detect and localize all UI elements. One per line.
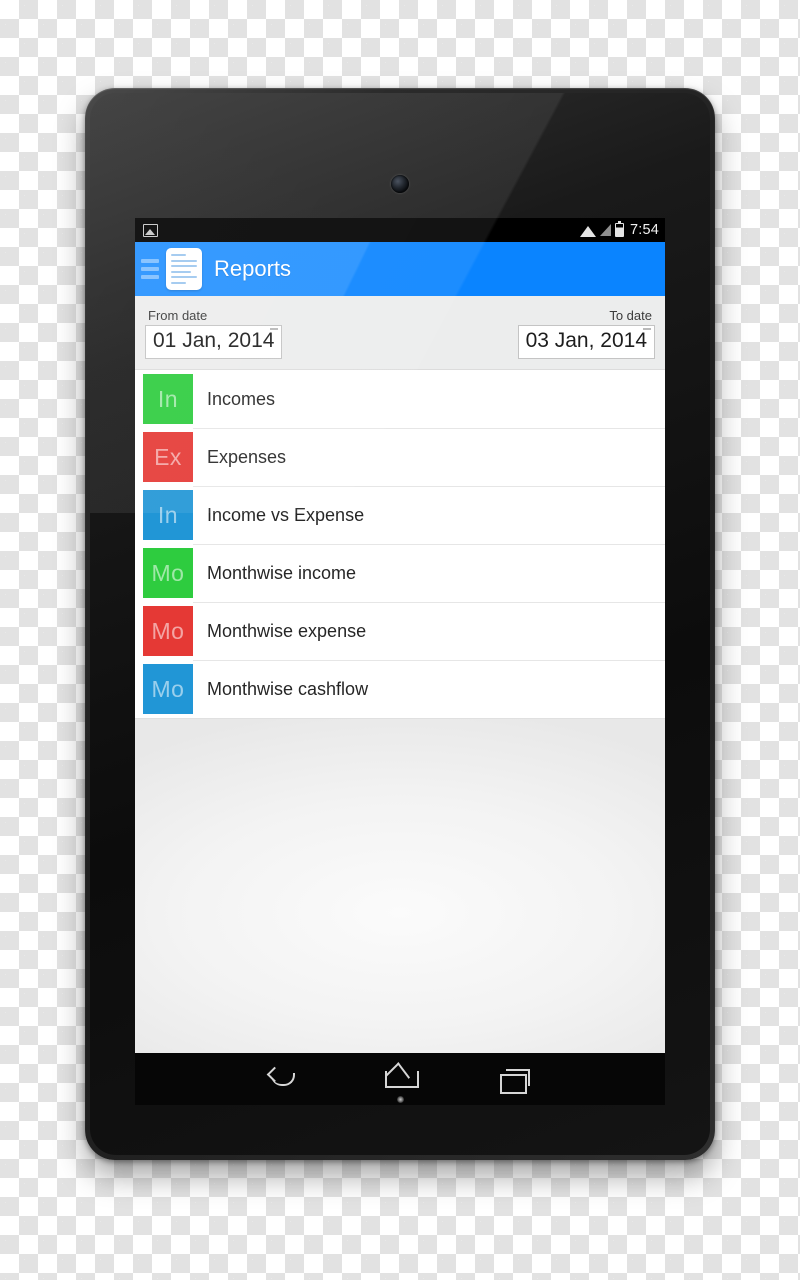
list-item[interactable]: In Income vs Expense: [135, 486, 665, 544]
from-date-label: From date: [148, 308, 208, 323]
list-separator: [193, 544, 665, 545]
recents-navigation-icon[interactable]: [493, 1061, 539, 1097]
to-date-label: To date: [609, 308, 652, 323]
battery-icon: [614, 220, 624, 237]
from-date-input[interactable]: 01 Jan, 2014: [145, 325, 283, 359]
to-date-input[interactable]: 03 Jan, 2014: [517, 325, 655, 359]
list-separator: [193, 660, 665, 661]
list-item-label: Monthwise income: [207, 562, 357, 583]
list-separator: [193, 428, 665, 429]
report-badge-icon: Mo: [143, 606, 193, 656]
report-document-icon[interactable]: [166, 248, 202, 290]
app-bar: Reports: [135, 242, 665, 296]
list-item[interactable]: Ex Expenses: [135, 428, 665, 486]
home-navigation-icon[interactable]: [377, 1061, 423, 1097]
notification-led-icon: [397, 1096, 404, 1103]
signal-icon: [599, 224, 611, 236]
report-badge-icon: In: [143, 490, 193, 540]
report-list: In Incomes Ex Expenses In Income vs Expense Mo…: [135, 370, 665, 718]
report-badge-icon: Mo: [143, 548, 193, 598]
front-camera-icon: [391, 175, 409, 193]
list-item-label: Income vs Expense: [207, 504, 365, 525]
report-badge-icon: In: [143, 374, 193, 424]
android-status-bar: 7:54: [135, 218, 665, 242]
tablet-device: 7:54 Reports From date 01 Jan, 2014 To d…: [85, 88, 715, 1160]
tablet-front-face: 7:54 Reports From date 01 Jan, 2014 To d…: [90, 93, 710, 1155]
list-separator: [193, 602, 665, 603]
list-item[interactable]: In Incomes: [135, 370, 665, 428]
list-item-label: Monthwise expense: [207, 620, 367, 641]
page-title: Reports: [214, 256, 292, 281]
from-date-field: From date 01 Jan, 2014: [145, 308, 283, 359]
image-notification-icon: [143, 223, 158, 237]
list-item-label: Monthwise cashflow: [207, 678, 369, 699]
wifi-icon: [579, 224, 596, 237]
list-item[interactable]: Mo Monthwise expense: [135, 602, 665, 660]
back-navigation-icon[interactable]: [261, 1061, 307, 1097]
report-badge-icon: Ex: [143, 432, 193, 482]
to-date-field: To date 03 Jan, 2014: [517, 308, 655, 359]
list-item[interactable]: Mo Monthwise cashflow: [135, 660, 665, 718]
list-separator: [193, 486, 665, 487]
date-range-filter: From date 01 Jan, 2014 To date 03 Jan, 2…: [135, 296, 665, 370]
status-bar-clock: 7:54: [629, 222, 659, 238]
list-item[interactable]: Mo Monthwise income: [135, 544, 665, 602]
empty-content-area: [135, 718, 665, 1053]
tablet-screen: 7:54 Reports From date 01 Jan, 2014 To d…: [135, 218, 665, 1053]
list-item-label: Incomes: [207, 388, 276, 409]
hamburger-menu-icon[interactable]: [141, 259, 159, 279]
list-item-label: Expenses: [207, 446, 287, 467]
report-badge-icon: Mo: [143, 664, 193, 714]
